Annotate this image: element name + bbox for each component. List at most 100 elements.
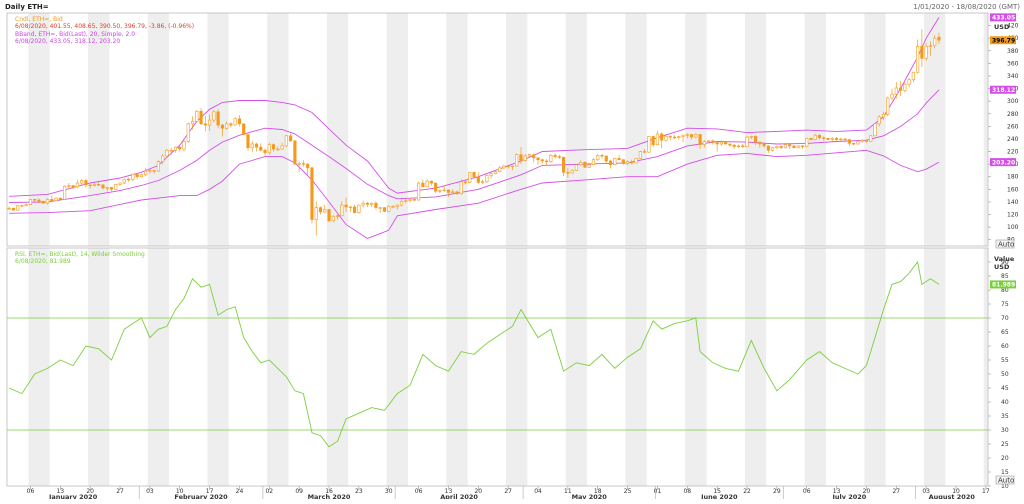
candle-body[interactable] [472,172,476,178]
candle-body[interactable] [340,204,344,217]
candle-body[interactable] [817,134,822,138]
candle-body[interactable] [792,145,796,149]
candle-body[interactable] [468,172,472,183]
candle-body[interactable] [80,180,84,184]
candle-body[interactable] [830,138,834,140]
candle-body[interactable] [579,161,583,166]
candle-body[interactable] [796,145,800,149]
candle-body[interactable] [190,121,195,125]
candle-body[interactable] [434,182,438,192]
candle-body[interactable] [907,79,911,85]
rsi-axis[interactable]: Value USD 101520253035404550556065707580… [988,255,1015,490]
candle-body[interactable] [809,138,813,140]
candle-body[interactable] [24,204,28,206]
candle-body[interactable] [50,199,54,201]
candle-body[interactable] [208,119,212,126]
candle-body[interactable] [626,161,630,164]
candle-body[interactable] [608,160,613,166]
candle-body[interactable] [131,173,135,181]
candle-body[interactable] [28,199,33,205]
candle-body[interactable] [510,165,515,168]
candle-body[interactable] [771,147,775,151]
candle-body[interactable] [382,207,387,212]
candle-body[interactable] [186,123,190,142]
candle-body[interactable] [75,182,79,188]
candle-body[interactable] [7,207,11,210]
candle-body[interactable] [233,118,237,126]
candle-body[interactable] [71,185,75,188]
candle-body[interactable] [928,45,932,47]
candle-body[interactable] [638,151,642,159]
candle-body[interactable] [148,170,152,172]
candle-body[interactable] [685,134,689,136]
candle-body[interactable] [480,181,485,183]
candle-body[interactable] [425,180,429,188]
candle-body[interactable] [229,123,233,126]
candle-body[interactable] [122,178,126,184]
candle-body[interactable] [11,207,15,211]
candle-body[interactable] [924,46,928,59]
candle-body[interactable] [933,37,937,47]
candle-body[interactable] [536,157,540,161]
candle-body[interactable] [361,202,365,206]
date-range[interactable]: 1/01/2020 - 18/08/2020 (GMT) [913,3,1020,11]
candle-body[interactable] [41,200,45,204]
candle-body[interactable] [894,87,898,95]
candle-body[interactable] [707,140,711,142]
candle-body[interactable] [365,202,369,205]
candle-body[interactable] [604,155,608,162]
candle-body[interactable] [109,187,114,190]
candle-body[interactable] [519,154,523,161]
candle-body[interactable] [736,145,741,147]
candle-body[interactable] [353,206,357,213]
candle-body[interactable] [557,156,561,158]
candle-body[interactable] [173,146,178,151]
candle-body[interactable] [506,165,510,168]
candle-body[interactable] [118,182,122,185]
candle-body[interactable] [331,216,335,222]
candle-body[interactable] [88,184,92,187]
candle-body[interactable] [634,158,638,164]
candle-body[interactable] [617,158,621,161]
candle-body[interactable] [591,159,596,166]
candle-body[interactable] [515,154,519,167]
candle-body[interactable] [314,207,318,220]
candle-body[interactable] [493,171,497,174]
candle-body[interactable] [502,165,506,169]
candle-body[interactable] [643,151,647,153]
candle-body[interactable] [289,135,293,142]
candle-body[interactable] [600,155,604,157]
candle-body[interactable] [485,175,489,183]
candle-body[interactable] [694,134,698,138]
candle-body[interactable] [284,135,288,147]
candle-body[interactable] [689,134,694,138]
candle-body[interactable] [438,190,442,192]
candle-body[interactable] [387,206,391,212]
candle-body[interactable] [877,116,881,125]
candle-body[interactable] [864,139,869,142]
candle-body[interactable] [220,124,224,129]
candle-body[interactable] [199,110,203,125]
candle-body[interactable] [660,133,664,141]
candle-body[interactable] [237,118,242,125]
candle-body[interactable] [916,46,920,73]
candle-body[interactable] [357,204,361,213]
candle-body[interactable] [476,176,480,183]
candle-body[interactable] [775,146,779,149]
candle-body[interactable] [135,173,139,178]
candle-body[interactable] [263,149,267,154]
candle-body[interactable] [873,123,877,137]
candle-body[interactable] [169,149,173,152]
candle-body[interactable] [613,158,617,166]
candle-body[interactable] [195,110,199,122]
candle-body[interactable] [310,167,314,220]
candle-body[interactable] [335,215,340,217]
candle-body[interactable] [762,143,766,147]
candle-body[interactable] [835,138,839,140]
candle-body[interactable] [532,154,536,159]
candle-body[interactable] [587,164,591,168]
candle-body[interactable] [33,199,37,201]
candle-body[interactable] [672,136,677,139]
candle-body[interactable] [54,197,58,201]
candle-body[interactable] [412,199,416,201]
